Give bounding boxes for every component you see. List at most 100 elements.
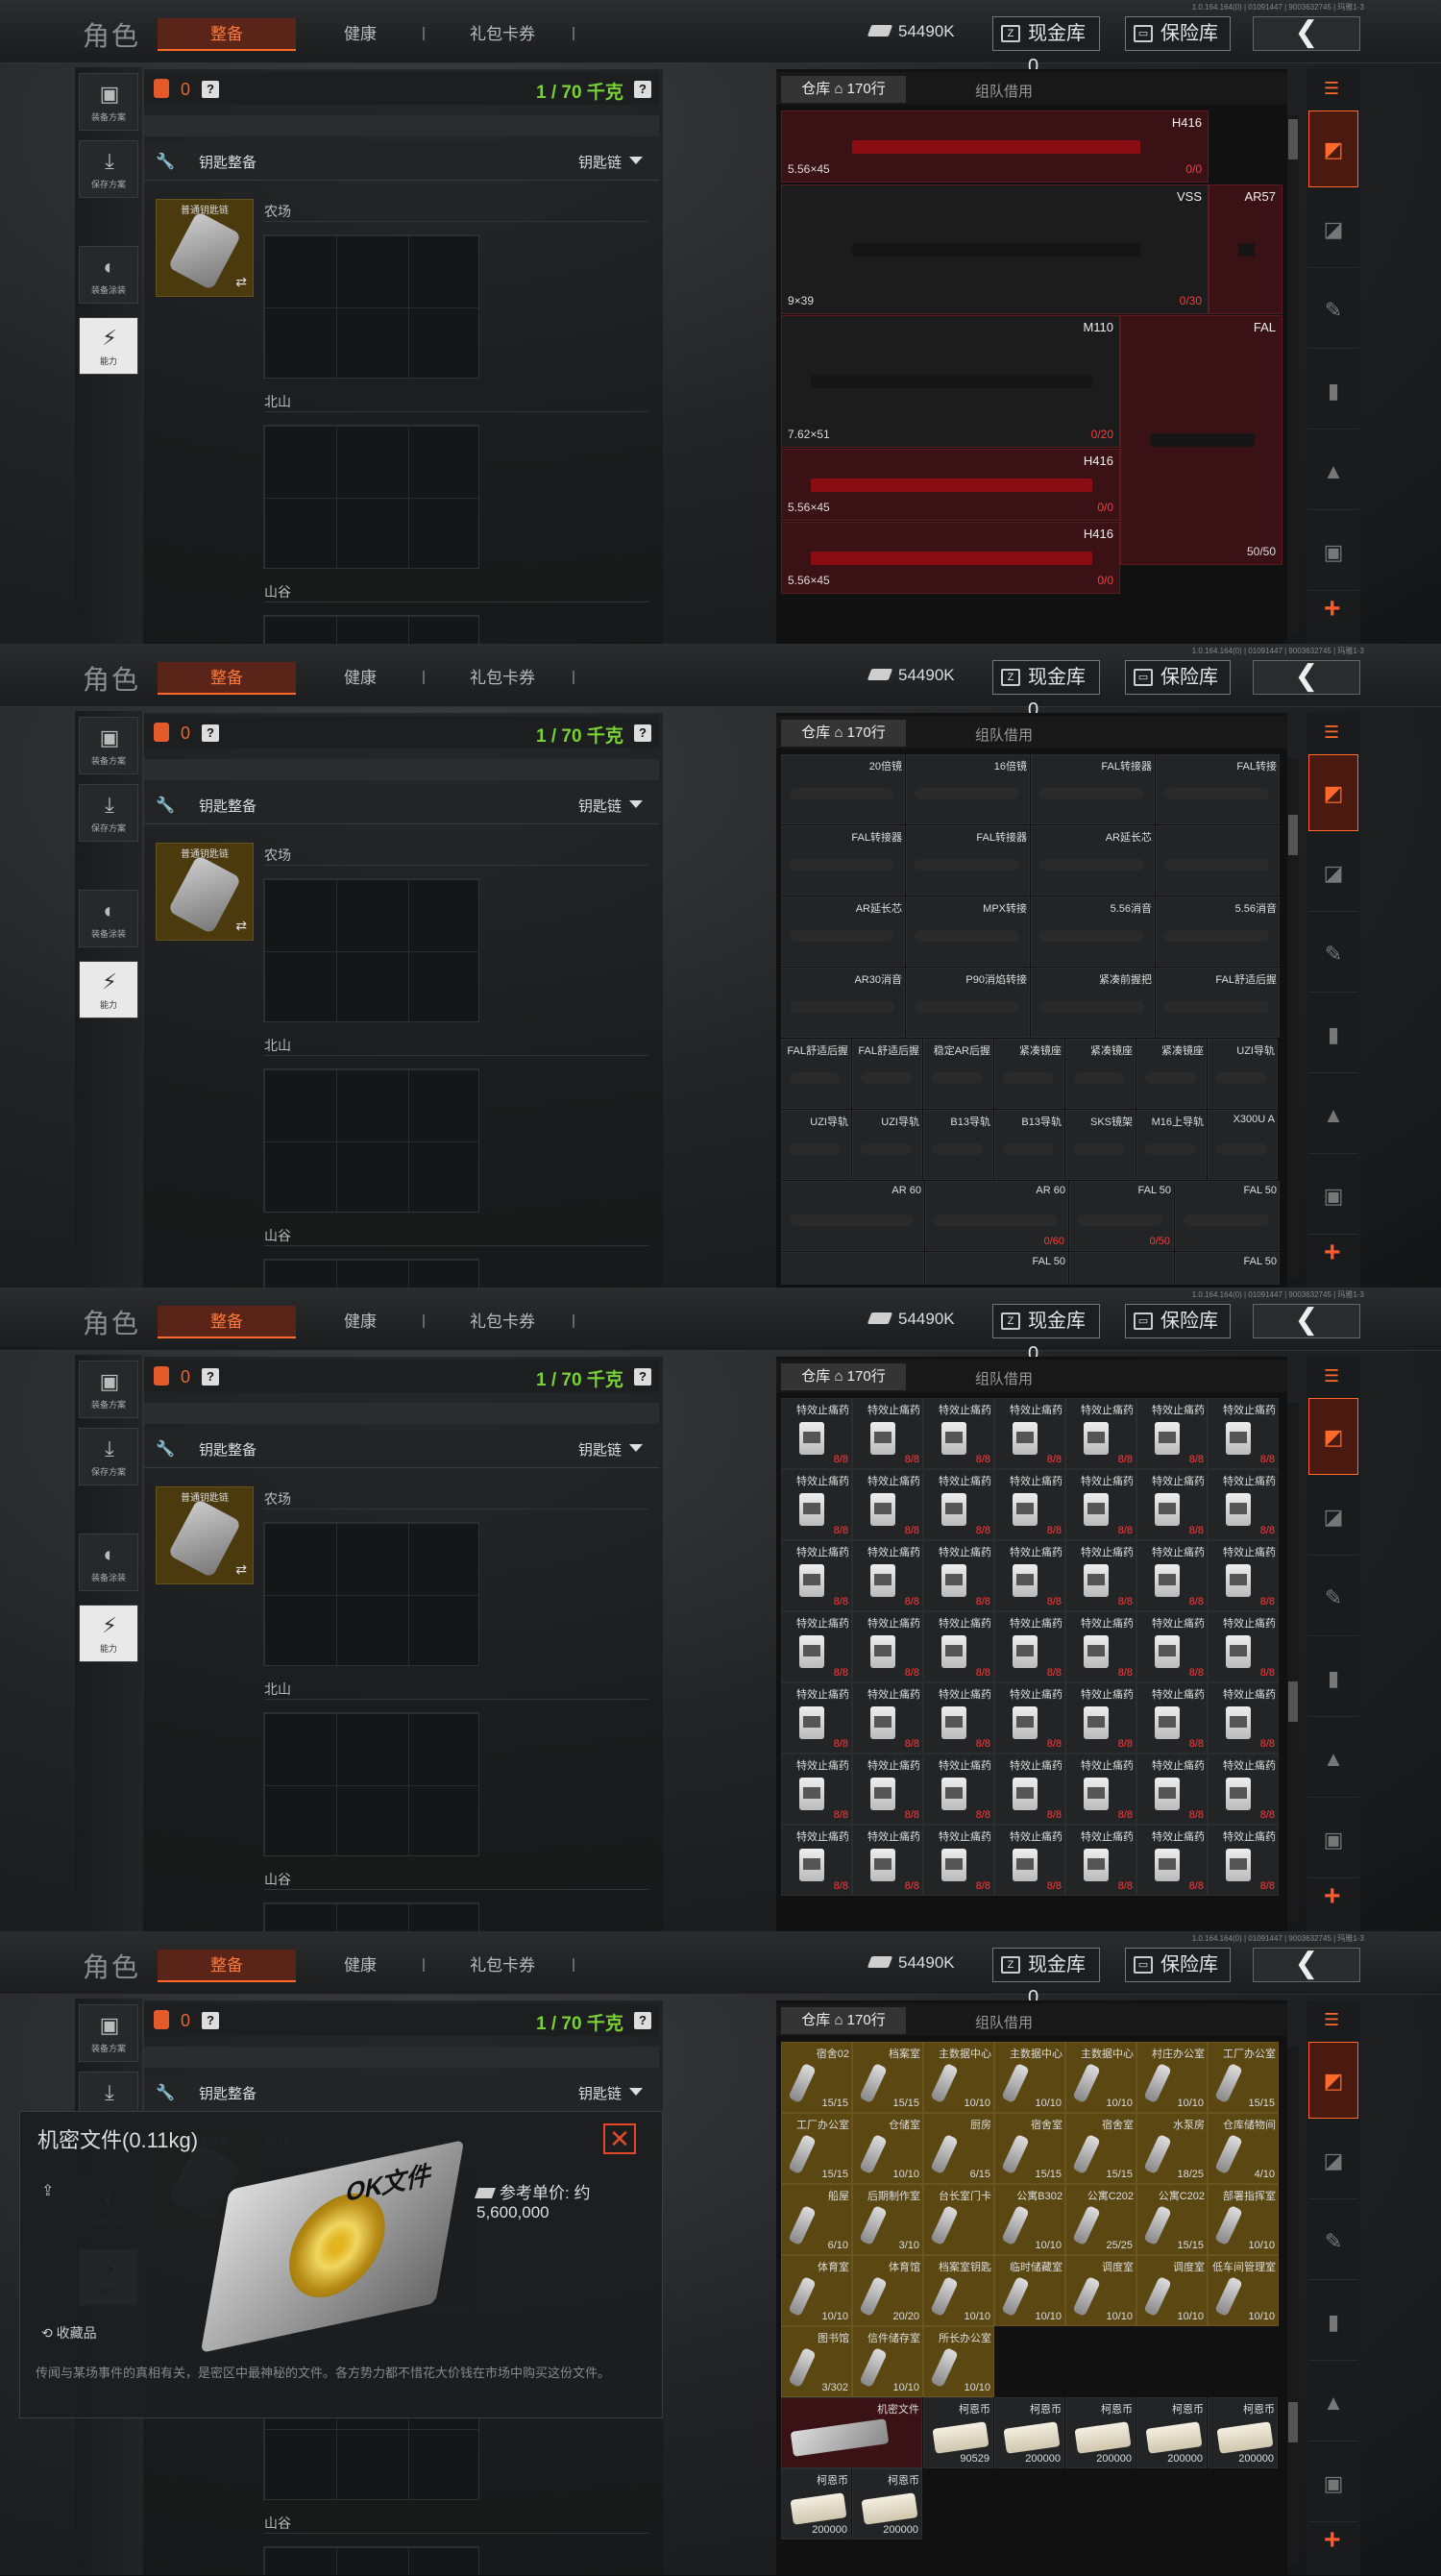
backpack-cat-icon[interactable]: ◪ <box>1308 191 1358 268</box>
share-icon[interactable]: ⇪ <box>41 2181 54 2200</box>
item-cell[interactable]: 柯恩币 200000 <box>781 2468 851 2539</box>
key-cell[interactable]: 厨房 6/15 <box>923 2113 994 2184</box>
medicine-cell[interactable]: 特效止痛药 8/8 <box>852 1540 923 1611</box>
keychain-dropdown[interactable]: 钥匙链 <box>578 796 644 816</box>
add-icon[interactable]: + <box>1324 1882 1343 1911</box>
scrollbar-thumb[interactable] <box>1288 1681 1298 1722</box>
box-icon[interactable]: ◩ <box>1308 754 1358 831</box>
add-icon[interactable]: + <box>1324 2526 1343 2555</box>
attachment-cell[interactable]: FAL 50 <box>1175 1252 1280 1285</box>
medicine-cell[interactable]: 特效止痛药 8/8 <box>781 1682 852 1754</box>
medicine-cell[interactable]: 特效止痛药 8/8 <box>781 1540 852 1611</box>
medicine-cell[interactable]: 特效止痛药 8/8 <box>1065 1469 1136 1540</box>
item-cell[interactable]: 柯恩币 90529 <box>923 2397 993 2468</box>
attachment-cell[interactable]: UZI导轨 <box>1208 1039 1278 1109</box>
key-cell[interactable]: 档案室钥匙 10/10 <box>923 2255 994 2326</box>
sidebar-button-3[interactable]: ⚡ 能力 <box>79 961 138 1018</box>
magazine-icon[interactable]: ▮ <box>1308 353 1358 429</box>
box-icon[interactable]: ◩ <box>1308 110 1358 187</box>
key-cell[interactable]: 所长办公室 10/10 <box>923 2326 994 2397</box>
safe-vault-button[interactable]: ▭ 保险库 <box>1125 1304 1231 1338</box>
attachment-cell[interactable]: FAL舒适后握 <box>781 1039 851 1109</box>
key-slot-grid[interactable] <box>263 1522 479 1666</box>
keychain-dropdown[interactable]: 钥匙链 <box>578 2083 644 2103</box>
tab-1[interactable]: 健康 <box>317 662 403 695</box>
backpack-cat-icon[interactable]: ◪ <box>1308 1479 1358 1556</box>
attachment-cell[interactable]: 5.56消音 <box>1156 896 1280 967</box>
help-icon[interactable]: ? <box>634 724 651 742</box>
weapon-cell[interactable]: AR57 <box>1209 184 1282 314</box>
medicine-cell[interactable]: 特效止痛药 8/8 <box>781 1825 852 1896</box>
key-cell[interactable]: 宿舍室 15/15 <box>994 2113 1065 2184</box>
tab-2[interactable]: 礼包卡券 <box>459 662 546 695</box>
ammo-icon[interactable]: ▲ <box>1308 433 1358 510</box>
attachment-cell[interactable]: FAL转接器 <box>906 825 1030 895</box>
magazine-icon[interactable]: ▮ <box>1308 996 1358 1073</box>
medicine-cell[interactable]: 特效止痛药 8/8 <box>1208 1611 1279 1682</box>
tab-2[interactable]: 礼包卡券 <box>459 1306 546 1338</box>
tab-1[interactable]: 健康 <box>317 1306 403 1338</box>
cash-vault-button[interactable]: Z 现金库 0 <box>992 16 1100 77</box>
ammo-icon[interactable]: ▲ <box>1308 1077 1358 1154</box>
medicine-cell[interactable]: 特效止痛药 8/8 <box>994 1682 1065 1754</box>
back-arrow-icon[interactable]: ❮ <box>1253 660 1360 695</box>
attachment-cell[interactable]: MPX转接 <box>906 896 1030 967</box>
attachment-cell[interactable]: FAL 50 0/50 <box>1069 1181 1174 1251</box>
item-cell[interactable]: 柯恩币 200000 <box>1136 2397 1207 2468</box>
key-cell[interactable]: 体育馆 20/20 <box>852 2255 923 2326</box>
key-slot-grid[interactable] <box>263 615 479 644</box>
key-slot-grid[interactable] <box>263 425 479 569</box>
key-slot-grid[interactable] <box>263 1712 479 1856</box>
key-cell[interactable]: 调度室 10/10 <box>1136 2255 1208 2326</box>
attachment-cell[interactable]: FAL舒适后握 <box>1156 968 1280 1038</box>
medicine-cell[interactable]: 特效止痛药 8/8 <box>994 1540 1065 1611</box>
keychain-card[interactable]: 普通钥匙链⇄ <box>156 199 254 297</box>
medicine-cell[interactable]: 特效止痛药 8/8 <box>923 1682 994 1754</box>
attachment-cell[interactable]: P90消焰转接 <box>906 968 1030 1038</box>
attachment-cell[interactable]: AR延长芯 <box>1031 825 1155 895</box>
medicine-cell[interactable]: 特效止痛药 8/8 <box>1208 1682 1279 1754</box>
attachment-cell[interactable]: AR 60 <box>781 1181 924 1251</box>
medicine-cell[interactable]: 特效止痛药 8/8 <box>923 1469 994 1540</box>
medicine-cell[interactable]: 特效止痛药 8/8 <box>781 1754 852 1825</box>
attachment-cell[interactable]: 20倍镜 <box>781 754 905 824</box>
tab-warehouse[interactable]: 仓库 ⌂ 170行 <box>781 720 906 747</box>
key-slot-grid[interactable] <box>263 234 479 379</box>
key-slot-grid[interactable] <box>263 1902 479 1931</box>
medicine-cell[interactable]: 特效止痛药 8/8 <box>923 1754 994 1825</box>
attachment-cell[interactable]: 5.56消音 <box>1031 896 1155 967</box>
sidebar-button-1[interactable]: ⤓ 保存方案 <box>79 784 138 842</box>
help-icon[interactable]: ? <box>202 2012 219 2029</box>
tab-0[interactable]: 整备 <box>158 1950 296 1982</box>
keychain-card[interactable]: 普通钥匙链⇄ <box>156 843 254 941</box>
key-cell[interactable]: 调度室 10/10 <box>1065 2255 1136 2326</box>
cash-vault-button[interactable]: Z 现金库 0 <box>992 660 1100 721</box>
medicine-cell[interactable]: 特效止痛药 8/8 <box>1065 1540 1136 1611</box>
key-cell[interactable]: 体育室 10/10 <box>781 2255 852 2326</box>
medicine-cell[interactable]: 特效止痛药 8/8 <box>1065 1754 1136 1825</box>
key-cell[interactable]: 图书馆 3/302 <box>781 2326 852 2397</box>
medicine-cell[interactable]: 特效止痛药 8/8 <box>1208 1398 1279 1469</box>
medicine-cell[interactable]: 特效止痛药 8/8 <box>994 1469 1065 1540</box>
item-cell[interactable]: 柯恩币 200000 <box>852 2468 922 2539</box>
attachment-cell[interactable]: 16倍镜 <box>906 754 1030 824</box>
key-cell[interactable]: 后期制作室 3/10 <box>852 2184 923 2255</box>
help-icon[interactable]: ? <box>202 81 219 98</box>
scrollbar-thumb[interactable] <box>1288 815 1298 855</box>
attachment-cell[interactable] <box>781 1252 924 1285</box>
medicine-cell[interactable]: 特效止痛药 8/8 <box>1208 1540 1279 1611</box>
key-cell[interactable]: 临时储藏室 10/10 <box>994 2255 1065 2326</box>
rifle-icon[interactable]: ✎ <box>1308 916 1358 993</box>
help-icon[interactable]: ? <box>634 1368 651 1386</box>
key-cell[interactable]: 村庄办公室 10/10 <box>1136 2042 1208 2113</box>
medicine-cell[interactable]: 特效止痛药 8/8 <box>1136 1682 1208 1754</box>
box-icon[interactable]: ◩ <box>1308 2042 1358 2119</box>
sidebar-button-2[interactable]: ◐ 装备涂装 <box>79 890 138 947</box>
armor-icon[interactable]: ▣ <box>1308 514 1358 591</box>
medicine-cell[interactable]: 特效止痛药 8/8 <box>1208 1825 1279 1896</box>
attachment-cell[interactable]: FAL转接 <box>1156 754 1280 824</box>
medicine-cell[interactable]: 特效止痛药 8/8 <box>1136 1540 1208 1611</box>
attachment-cell[interactable] <box>1069 1252 1174 1285</box>
armor-icon[interactable]: ▣ <box>1308 1802 1358 1878</box>
medicine-cell[interactable]: 特效止痛药 8/8 <box>852 1754 923 1825</box>
